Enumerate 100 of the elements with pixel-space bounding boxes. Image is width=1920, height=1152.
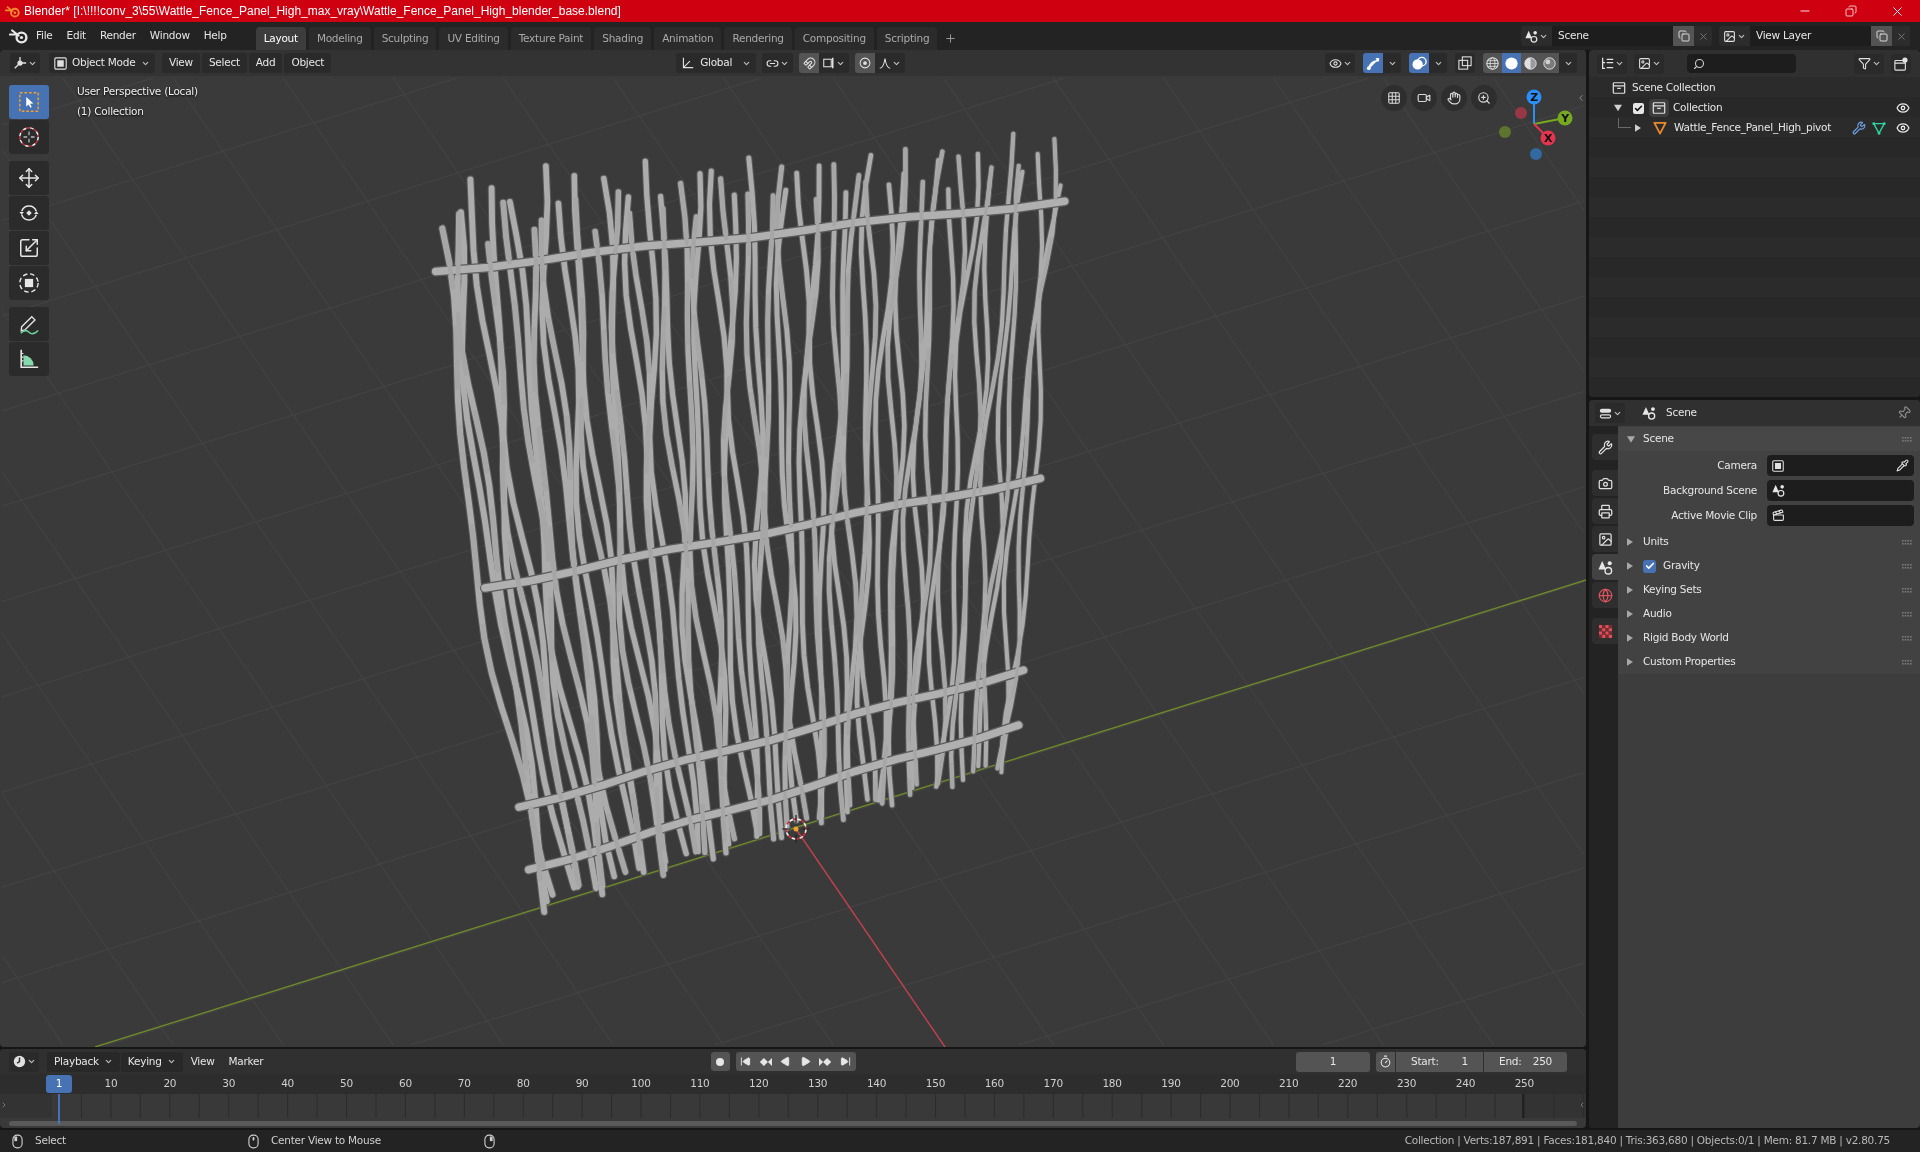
- field-input[interactable]: [1767, 505, 1914, 526]
- selectability-dropdown[interactable]: [1325, 53, 1355, 73]
- axis-ball[interactable]: X: [1540, 130, 1556, 146]
- workspace-tab[interactable]: Shading: [594, 27, 652, 50]
- use-preview-range-button[interactable]: [1376, 1051, 1395, 1072]
- eye-icon[interactable]: [1896, 101, 1910, 115]
- scene-browse-button[interactable]: [1521, 26, 1552, 46]
- header-menu[interactable]: View: [162, 53, 200, 73]
- remove-button[interactable]: [1694, 26, 1712, 46]
- collapsed-triangle-icon[interactable]: [1627, 634, 1633, 642]
- record-button[interactable]: [710, 1052, 730, 1071]
- header-menu[interactable]: Object: [284, 53, 332, 73]
- drag-handle-icon[interactable]: [1902, 436, 1912, 442]
- tool-button[interactable]: [9, 231, 49, 265]
- collapsed-triangle-icon[interactable]: [1627, 610, 1633, 618]
- drag-handle-icon[interactable]: [1902, 611, 1912, 617]
- properties-tab[interactable]: [1592, 526, 1618, 552]
- duplicate-button[interactable]: [1871, 26, 1892, 46]
- proportional-edit-toggle[interactable]: [855, 53, 876, 73]
- view-layer-name-field[interactable]: View Layer: [1750, 26, 1871, 46]
- menu-item[interactable]: File: [29, 25, 60, 47]
- snap-target-dropdown[interactable]: [819, 53, 850, 73]
- drag-handle-icon[interactable]: [1902, 563, 1912, 569]
- drag-handle-icon[interactable]: [1902, 659, 1912, 665]
- workspace-tab[interactable]: Texture Paint: [510, 27, 592, 50]
- menu-item[interactable]: Help: [196, 25, 234, 47]
- workspace-tab[interactable]: Layout: [255, 27, 306, 50]
- falloff-dropdown[interactable]: [875, 53, 906, 73]
- jump-to-start-button[interactable]: [735, 1052, 756, 1071]
- field-input[interactable]: [1767, 455, 1914, 476]
- editor-type-button[interactable]: [10, 53, 40, 73]
- properties-tab[interactable]: [1592, 554, 1618, 580]
- scene-name-field[interactable]: Scene: [1552, 26, 1673, 46]
- properties-tab[interactable]: [1592, 498, 1618, 524]
- end-frame-field[interactable]: End: 250: [1484, 1051, 1567, 1072]
- pan-view-button[interactable]: [1441, 85, 1467, 111]
- properties-tab[interactable]: [1592, 470, 1618, 496]
- tool-button[interactable]: [9, 342, 49, 376]
- outliner-item-label[interactable]: Wattle_Fence_Panel_High_pivot: [1674, 120, 1832, 136]
- menu-item[interactable]: Window: [142, 25, 197, 47]
- workspace-tab[interactable]: Animation: [654, 27, 722, 50]
- exclude-checkbox[interactable]: [1633, 102, 1644, 114]
- shading-mode-button[interactable]: [1483, 53, 1502, 73]
- timeline-dropdown[interactable]: Keying: [120, 1051, 183, 1072]
- panel-header[interactable]: Scene: [1618, 427, 1920, 451]
- shading-options-dropdown[interactable]: [1559, 53, 1577, 73]
- camera-view-button[interactable]: [1411, 85, 1437, 111]
- editor-type-button[interactable]: [1597, 53, 1627, 74]
- outliner-item-label[interactable]: Collection: [1673, 100, 1723, 116]
- menu-item[interactable]: Render: [92, 25, 143, 47]
- collapsed-triangle-icon[interactable]: [1627, 538, 1633, 546]
- collapsed-triangle-icon[interactable]: [1627, 586, 1633, 594]
- orientation-dropdown[interactable]: Global: [676, 53, 757, 73]
- shading-mode-button[interactable]: [1521, 53, 1540, 73]
- collapsed-triangle-icon[interactable]: [1627, 562, 1633, 570]
- duplicate-button[interactable]: [1673, 26, 1694, 46]
- outliner-item-label[interactable]: Scene Collection: [1632, 80, 1716, 96]
- horizontal-scrollbar[interactable]: [9, 1120, 1577, 1126]
- tool-button[interactable]: [9, 266, 49, 300]
- timeline-menu[interactable]: Marker: [221, 1051, 271, 1072]
- shading-mode-button[interactable]: [1540, 53, 1559, 73]
- view-layer-browse-button[interactable]: [1719, 26, 1750, 46]
- pivot-dropdown[interactable]: [762, 53, 794, 73]
- drag-handle-icon[interactable]: [1902, 539, 1912, 545]
- editor-type-button[interactable]: [1595, 403, 1625, 423]
- collapsed-triangle-icon[interactable]: [1635, 124, 1641, 132]
- search-field[interactable]: [1687, 54, 1796, 73]
- workspace-tab[interactable]: Compositing: [794, 27, 874, 50]
- workspace-tab[interactable]: Scripting: [876, 27, 938, 50]
- timeline-dropdown[interactable]: Playback: [47, 1051, 120, 1072]
- tool-button[interactable]: [9, 307, 49, 341]
- shading-mode-button[interactable]: [1502, 53, 1521, 73]
- start-frame-field[interactable]: Start: 1: [1396, 1051, 1483, 1072]
- gizmo-toggle[interactable]: [1363, 53, 1383, 73]
- expanded-triangle-icon[interactable]: [1627, 435, 1635, 443]
- tool-button[interactable]: [9, 120, 49, 154]
- workspace-tab[interactable]: Modeling: [308, 27, 371, 50]
- drag-handle-icon[interactable]: [1902, 587, 1912, 593]
- options-dropdown[interactable]: [1429, 53, 1447, 73]
- tool-button[interactable]: [9, 196, 49, 230]
- workspace-tab[interactable]: UV Editing: [439, 27, 508, 50]
- display-mode-dropdown[interactable]: [1634, 53, 1664, 74]
- eyedropper-icon[interactable]: [1896, 459, 1909, 472]
- header-menu[interactable]: Select: [201, 53, 247, 73]
- filter-dropdown[interactable]: [1854, 53, 1884, 74]
- header-menu[interactable]: Add: [248, 53, 283, 73]
- menu-item[interactable]: Edit: [59, 25, 93, 47]
- workspace-tab[interactable]: Rendering: [724, 27, 792, 50]
- xray-toggle[interactable]: [1455, 53, 1475, 73]
- timeline-menu[interactable]: View: [183, 1051, 222, 1072]
- axis-ball[interactable]: Y: [1557, 110, 1573, 126]
- collapsed-triangle-icon[interactable]: [1627, 658, 1633, 666]
- overlay-toggle[interactable]: [1409, 53, 1429, 73]
- properties-tab[interactable]: [1592, 434, 1618, 460]
- expanded-triangle-icon[interactable]: [1614, 104, 1622, 112]
- panel-checkbox[interactable]: [1643, 559, 1656, 573]
- mode-dropdown[interactable]: Object Mode: [49, 53, 155, 73]
- tool-button[interactable]: [9, 161, 49, 195]
- remove-button[interactable]: [1892, 26, 1910, 46]
- snap-toggle[interactable]: [799, 53, 820, 73]
